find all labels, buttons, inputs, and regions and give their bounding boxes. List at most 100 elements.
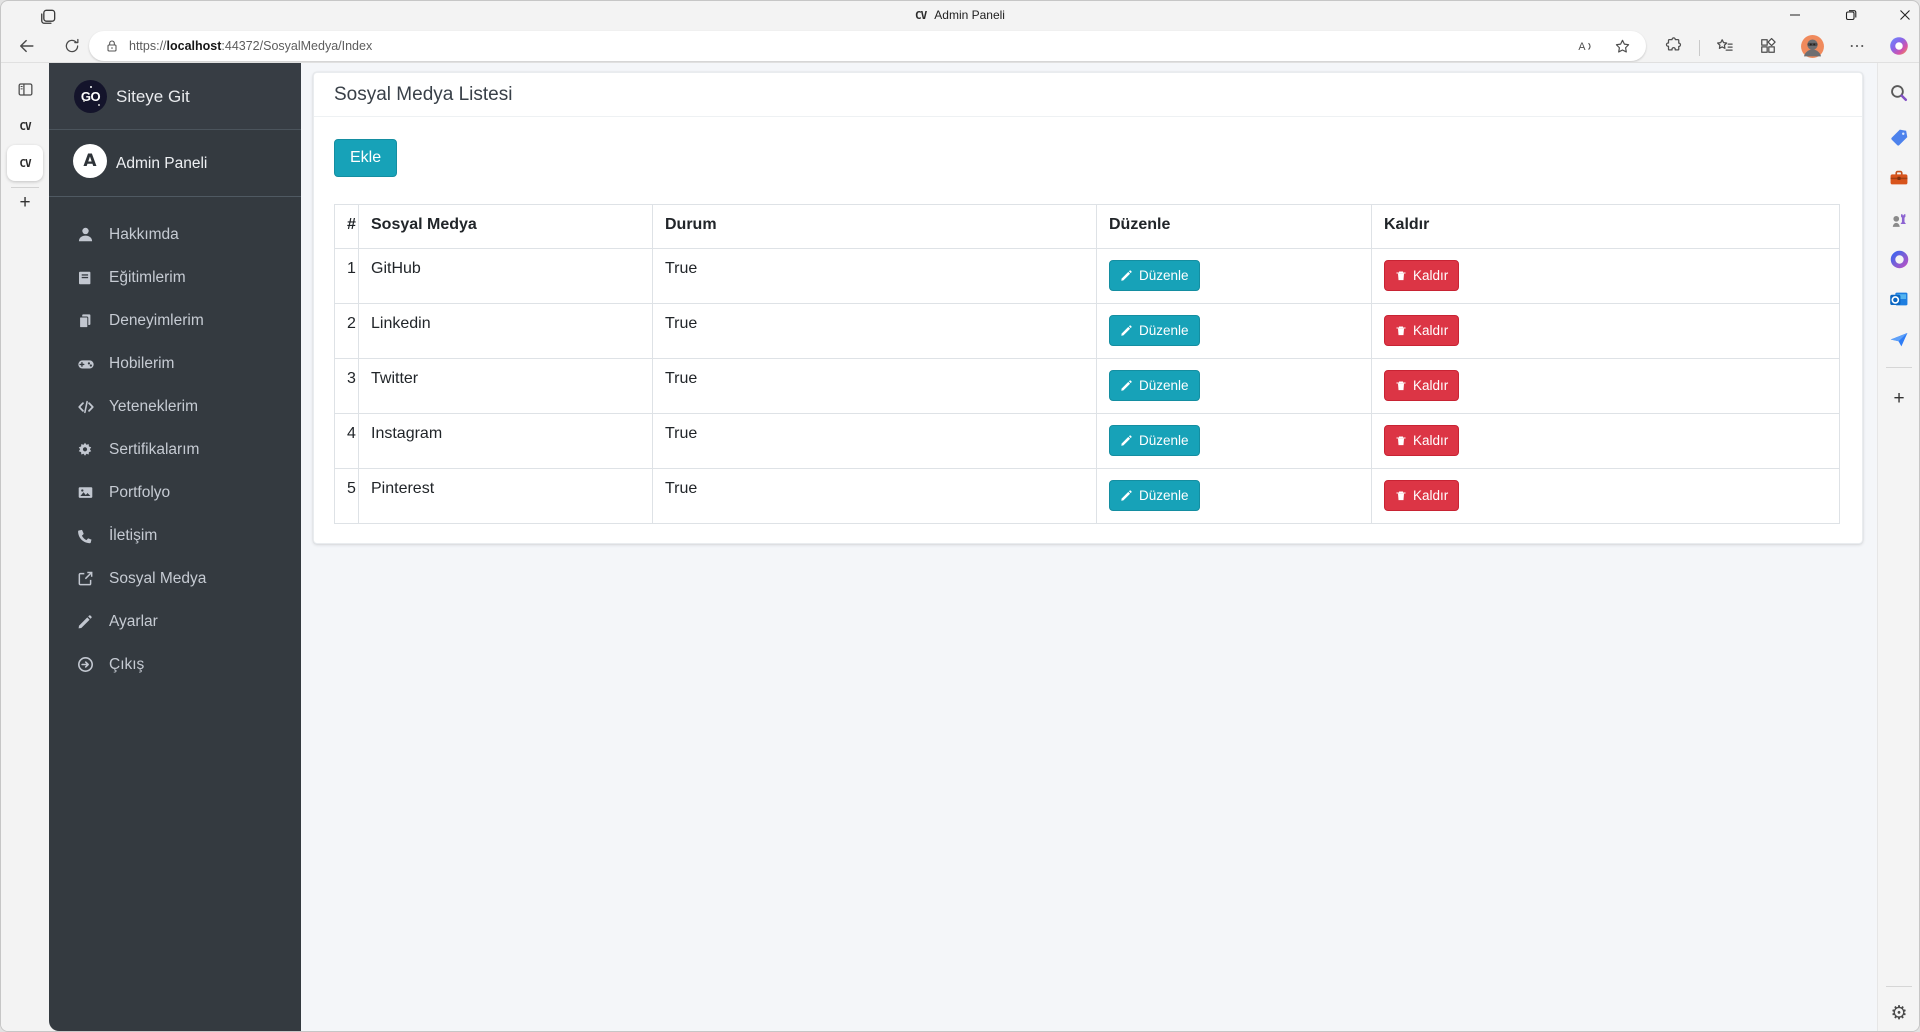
pencil-icon: [1120, 434, 1133, 447]
tab-favicon: CV: [915, 8, 927, 22]
trash-icon: [1395, 325, 1407, 337]
remove-button[interactable]: Kaldır: [1384, 370, 1460, 401]
browser-toolbar: https://localhost:44372/SosyalMedya/Inde…: [1, 29, 1919, 62]
sidebar-item-label: Hakkımda: [109, 225, 179, 243]
sidebar-item-label: Ayarlar: [109, 612, 158, 630]
cell-no: 4: [334, 413, 359, 469]
sidebar-item-user[interactable]: Hakkımda: [49, 213, 301, 256]
read-aloud-icon[interactable]: A: [1576, 37, 1595, 56]
col-header-status: Durum: [652, 204, 1097, 249]
sidebar-item-code[interactable]: Yeteneklerim: [49, 385, 301, 428]
cell-no: 3: [334, 358, 359, 414]
profile-avatar[interactable]: [1798, 32, 1826, 60]
cell-no: 1: [334, 248, 359, 304]
cell-remove: Kaldır: [1371, 468, 1840, 524]
sidebar-item-gamepad[interactable]: Hobilerim: [49, 342, 301, 385]
refresh-icon[interactable]: [58, 32, 86, 60]
lock-icon[interactable]: [103, 37, 121, 55]
page-content: Sosyal Medya Listesi Ekle # Sosyal Medya…: [301, 63, 1877, 1031]
edit-button[interactable]: Düzenle: [1109, 425, 1200, 456]
edit-button[interactable]: Düzenle: [1109, 480, 1200, 511]
col-header-edit: Düzenle: [1096, 204, 1372, 249]
sidebar-item-label: Hobilerim: [109, 354, 175, 372]
games-icon[interactable]: [1886, 206, 1912, 232]
cell-name: Linkedin: [358, 303, 653, 359]
sidebar-item-label: Yeteneklerim: [109, 397, 199, 415]
copy-icon: [77, 312, 99, 330]
cell-edit: Düzenle: [1096, 413, 1372, 469]
vertical-tabs-icon[interactable]: [13, 77, 37, 101]
col-header-remove: Kaldır: [1371, 204, 1840, 249]
toolbox-icon[interactable]: [1886, 165, 1912, 191]
restore-button[interactable]: [1829, 1, 1873, 29]
sidebar-item-copy[interactable]: Deneyimlerim: [49, 299, 301, 342]
sidebar-item-phone[interactable]: İletişim: [49, 514, 301, 557]
rail-divider: [1886, 367, 1912, 368]
sidebar-item-book[interactable]: Eğitimlerim: [49, 256, 301, 299]
sidebar-item-share[interactable]: Sosyal Medya: [49, 557, 301, 600]
remove-button-label: Kaldır: [1413, 433, 1449, 448]
shopping-icon[interactable]: [1886, 124, 1912, 150]
tab-active[interactable]: CV: [7, 145, 43, 181]
gamepad-icon: [77, 355, 99, 373]
user-panel: A Admin Paneli: [49, 130, 301, 197]
tab-favicon: CV: [19, 119, 31, 133]
edit-button[interactable]: Düzenle: [1109, 370, 1200, 401]
sidebar-item-certificate[interactable]: Sertifikalarım: [49, 428, 301, 471]
copilot-icon[interactable]: [1885, 32, 1913, 60]
apps-grid-icon[interactable]: [1754, 32, 1782, 60]
extensions-icon[interactable]: [1660, 32, 1688, 60]
add-button[interactable]: Ekle: [334, 139, 398, 177]
remove-button-label: Kaldır: [1413, 488, 1449, 503]
images-icon: [77, 484, 99, 502]
sidebar-item-label: İletişim: [109, 526, 158, 544]
remove-button[interactable]: Kaldır: [1384, 480, 1460, 511]
cell-no: 5: [334, 468, 359, 524]
favorite-star-icon[interactable]: [1613, 37, 1632, 56]
sidebar-item-label: Sertifikalarım: [109, 440, 200, 458]
brand-bar[interactable]: GO Siteye Git: [49, 63, 301, 130]
outlook-icon[interactable]: [1886, 286, 1912, 312]
sidebar-item-images[interactable]: Portfolyo: [49, 471, 301, 514]
certificate-icon: [77, 441, 99, 459]
sidebar-item-label: Eğitimlerim: [109, 268, 186, 286]
minimize-button[interactable]: [1773, 1, 1817, 29]
m365-icon[interactable]: [1886, 246, 1912, 272]
cell-name: Instagram: [358, 413, 653, 469]
cell-name: Pinterest: [358, 468, 653, 524]
close-button[interactable]: [1883, 1, 1919, 29]
remove-button[interactable]: Kaldır: [1384, 315, 1460, 346]
share-icon: [77, 570, 99, 588]
remove-button[interactable]: Kaldır: [1384, 260, 1460, 291]
sidebar-item-label: Sosyal Medya: [109, 569, 207, 587]
collections-icon[interactable]: [1711, 32, 1739, 60]
address-bar[interactable]: https://localhost:44372/SosyalMedya/Inde…: [89, 31, 1646, 61]
new-tab-button[interactable]: +: [13, 191, 37, 215]
back-icon[interactable]: [13, 32, 41, 60]
edit-button[interactable]: Düzenle: [1109, 315, 1200, 346]
table-header-row: # Sosyal Medya Durum Düzenle Kaldır: [334, 204, 1840, 249]
search-icon[interactable]: [1886, 80, 1912, 106]
tab-favicon: CV: [19, 156, 31, 170]
remove-button[interactable]: Kaldır: [1384, 425, 1460, 456]
user-avatar: A: [73, 144, 107, 178]
trash-icon: [1395, 380, 1407, 392]
edit-button[interactable]: Düzenle: [1109, 260, 1200, 291]
sidebar-nav: Hakkımda Eğitimlerim Deneyimlerim Hobilerim…: [49, 197, 301, 686]
sidebar-item-pencil[interactable]: Ayarlar: [49, 600, 301, 643]
sidebar-item-signout[interactable]: Çıkış: [49, 643, 301, 686]
svg-text:A: A: [1578, 41, 1586, 53]
title-bar: CV Admin Paneli: [1, 1, 1919, 29]
url-text[interactable]: https://localhost:44372/SosyalMedya/Inde…: [129, 39, 372, 53]
edit-button-label: Düzenle: [1139, 488, 1189, 503]
more-icon[interactable]: [1843, 32, 1871, 60]
paper-plane-icon[interactable]: [1886, 326, 1912, 352]
cell-remove: Kaldır: [1371, 413, 1840, 469]
rail-add-button[interactable]: +: [1886, 386, 1912, 412]
tab-inactive[interactable]: CV: [13, 114, 37, 138]
gear-icon[interactable]: ⚙: [1886, 1000, 1912, 1026]
pencil-icon: [1120, 489, 1133, 502]
remove-button-label: Kaldır: [1413, 378, 1449, 393]
edit-button-label: Düzenle: [1139, 268, 1189, 283]
brand-label: Siteye Git: [116, 86, 190, 106]
